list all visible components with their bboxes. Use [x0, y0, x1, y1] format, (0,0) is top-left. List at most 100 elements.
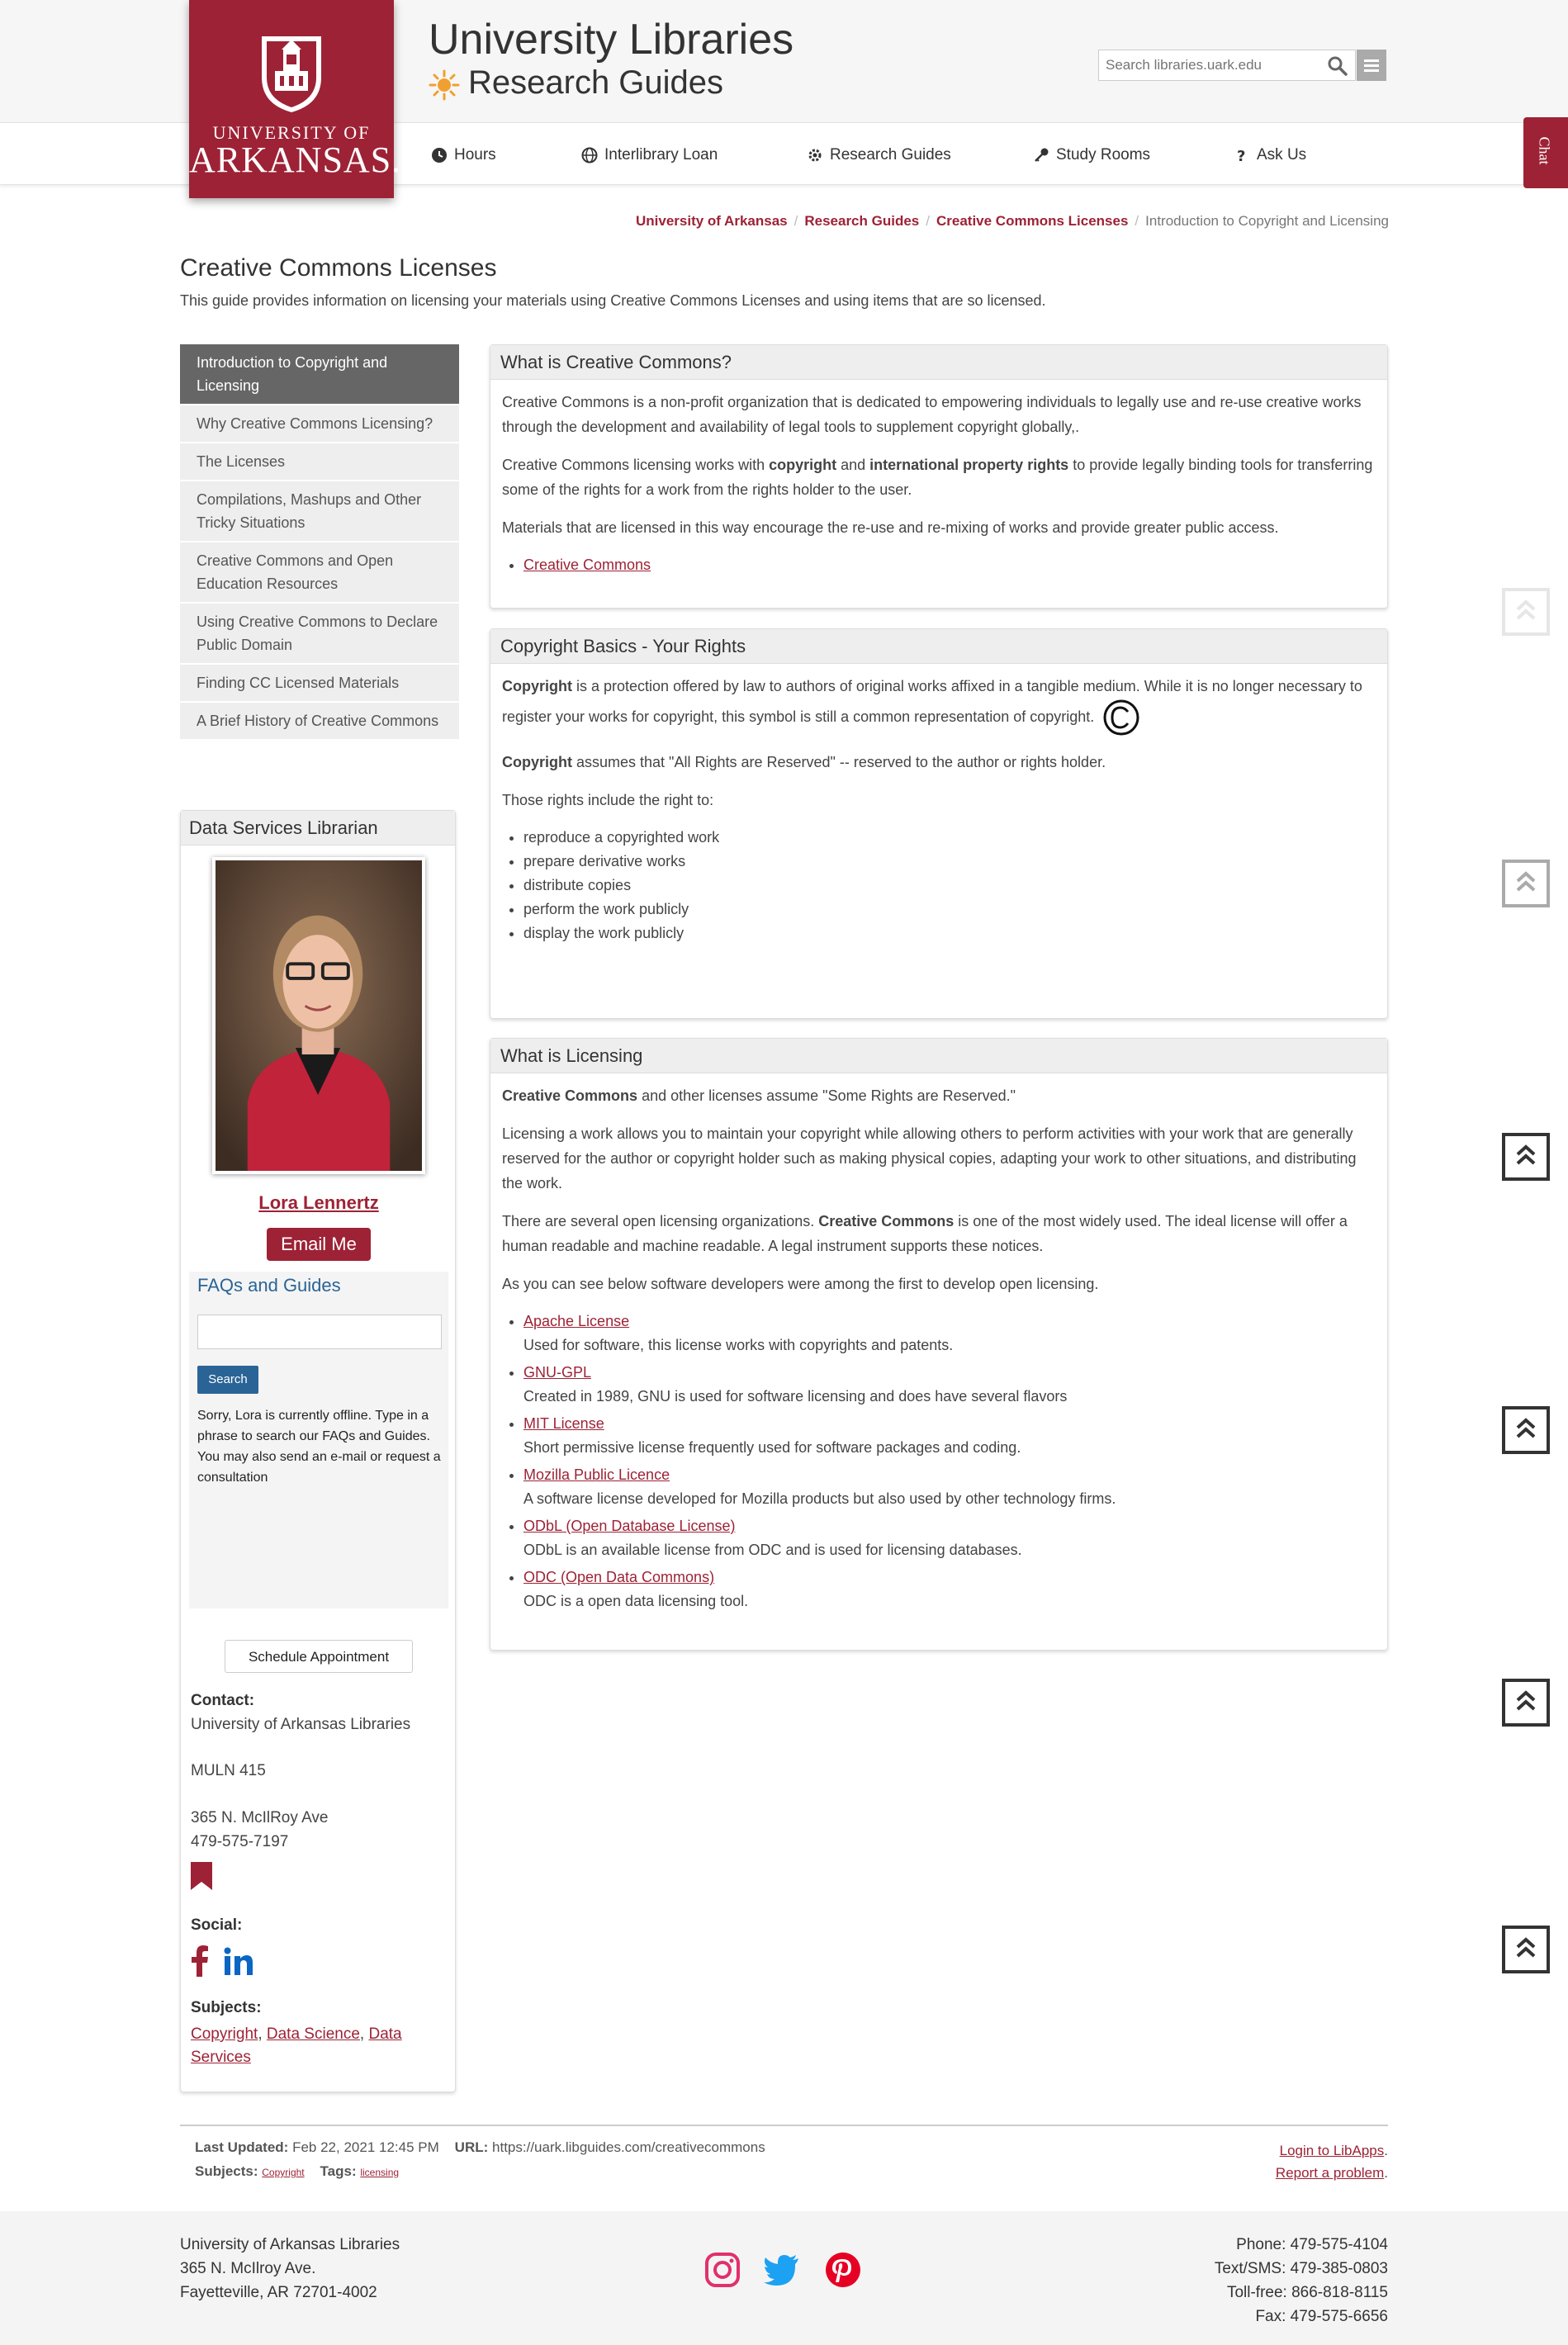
box3-paragraph-1: Creative Commons and other licenses assu… [502, 1087, 1016, 1104]
key-icon [1035, 148, 1049, 162]
license-desc: Created in 1989, GNU is used for softwar… [523, 1388, 1068, 1405]
box-what-is-licensing-title: What is Licensing [490, 1039, 1387, 1073]
nav-research-guides[interactable]: Research Guides [807, 145, 951, 165]
faq-search-button[interactable]: Search [197, 1366, 258, 1394]
breadcrumb-university[interactable]: University of Arkansas [636, 213, 788, 229]
librarian-photo [212, 857, 425, 1174]
subject-link-data-science[interactable]: Data Science [267, 2025, 360, 2043]
license-item: Apache License Used for software, this li… [523, 1310, 1376, 1357]
schedule-appointment-button[interactable]: Schedule Appointment [225, 1640, 413, 1673]
site-search [1098, 50, 1356, 81]
scroll-top-icon[interactable] [1502, 1133, 1550, 1181]
box3-paragraph-3: There are several open licensing organiz… [502, 1213, 1348, 1254]
footer-links: Login to LibApps. Report a problem. [1275, 2143, 1388, 2181]
nav-rooms-label: Study Rooms [1056, 146, 1151, 163]
nav-study-rooms[interactable]: Study Rooms [1033, 145, 1150, 165]
box3-paragraph-2: Licensing a work allows you to maintain … [502, 1125, 1357, 1191]
breadcrumb-current: Introduction to Copyright and Licensing [1145, 213, 1389, 229]
license-link-mozilla[interactable]: Mozilla Public Licence [523, 1466, 670, 1483]
license-item: MIT License Short permissive license freq… [523, 1412, 1376, 1460]
menu-icon[interactable] [1357, 50, 1386, 81]
license-item: ODC (Open Data Commons) ODC is a open dat… [523, 1566, 1376, 1613]
instagram-icon[interactable] [703, 2251, 741, 2289]
box-what-is-cc-title: What is Creative Commons? [490, 345, 1387, 380]
question-icon: ? [1237, 148, 1245, 163]
scroll-top-icon[interactable] [1502, 1406, 1550, 1454]
nav-ask-us[interactable]: ? Ask Us [1234, 145, 1306, 165]
old-main-seal-icon [262, 36, 321, 112]
list-item: distribute copies [523, 874, 1376, 898]
twitter-icon[interactable] [762, 2251, 800, 2289]
email-me-button[interactable]: Email Me [267, 1228, 371, 1261]
scroll-top-icon[interactable] [1502, 588, 1550, 636]
scroll-top-icon[interactable] [1502, 1679, 1550, 1727]
license-item: ODbL (Open Database License) ODbL is an a… [523, 1514, 1376, 1562]
contact-room: MULN 415 [191, 1762, 266, 1779]
contact-org: University of Arkansas Libraries [191, 1716, 411, 1733]
box1-paragraph-1: Creative Commons is a non-profit organiz… [502, 394, 1362, 435]
license-link-mit[interactable]: MIT License [523, 1415, 604, 1432]
box-copyright-basics-title: Copyright Basics - Your Rights [490, 629, 1387, 664]
license-list: Apache License Used for software, this li… [523, 1310, 1376, 1613]
breadcrumb-research-guides[interactable]: Research Guides [804, 213, 919, 229]
scroll-top-icon[interactable] [1502, 1926, 1550, 1973]
sidenav-item-history[interactable]: A Brief History of Creative Commons [180, 703, 459, 741]
sidenav-item-finding[interactable]: Finding CC Licensed Materials [180, 665, 459, 703]
license-link-apache[interactable]: Apache License [523, 1313, 629, 1329]
sidenav-item-licenses[interactable]: The Licenses [180, 443, 459, 481]
copyright-symbol-icon [1103, 699, 1139, 736]
faq-widget: FAQs and Guides Search Sorry, Lora is cu… [189, 1272, 448, 1608]
list-item: perform the work publicly [523, 898, 1376, 921]
subjects-label: Subjects: [191, 1999, 262, 2016]
nav-hours-label: Hours [454, 146, 496, 163]
librarian-name[interactable]: Lora Lennertz [181, 1192, 457, 1214]
sidenav-item-compilations[interactable]: Compilations, Mashups and Other Tricky S… [180, 481, 459, 542]
nav-guides-label: Research Guides [830, 146, 951, 163]
chat-tab[interactable]: Chat [1523, 117, 1568, 188]
list-item: display the work publicly [523, 921, 1376, 945]
guide-url[interactable]: https://uark.libguides.com/creativecommo… [492, 2139, 765, 2155]
svg-text:?: ? [1237, 148, 1245, 163]
nav-hours[interactable]: Hours [431, 145, 496, 165]
linkedin-icon[interactable] [224, 1947, 253, 1975]
box3-paragraph-4: As you can see below software developers… [502, 1276, 1099, 1292]
sidenav-item-oer[interactable]: Creative Commons and Open Education Reso… [180, 542, 459, 604]
sidenav-item-why-cc[interactable]: Why Creative Commons Licensing? [180, 405, 459, 443]
site-search-input[interactable] [1099, 50, 1322, 80]
pinterest-icon[interactable] [824, 2251, 862, 2289]
breadcrumb-guide[interactable]: Creative Commons Licenses [936, 213, 1128, 229]
box1-paragraph-3: Materials that are licensed in this way … [502, 519, 1279, 536]
site-subtitle[interactable]: Research Guides [468, 64, 723, 102]
faq-search-input[interactable] [197, 1315, 442, 1349]
sidenav-item-introduction[interactable]: Introduction to Copyright and Licensing [180, 344, 459, 405]
login-libapps-link[interactable]: Login to LibApps [1280, 2143, 1385, 2158]
search-icon[interactable] [1327, 55, 1348, 77]
footer-tag-link[interactable]: licensing [360, 2167, 399, 2178]
footer-divider [180, 2125, 1388, 2126]
footer-address: University of Arkansas Libraries 365 N. … [180, 2236, 400, 2301]
librarian-box: Data Services Librarian Lora Lennertz Em… [180, 810, 456, 2092]
facebook-icon[interactable] [191, 1945, 209, 1977]
guide-description: This guide provides information on licen… [180, 292, 1046, 309]
nav-interlibrary-loan[interactable]: Interlibrary Loan [581, 145, 718, 165]
footer-subject-link[interactable]: Copyright [262, 2167, 304, 2178]
report-problem-link[interactable]: Report a problem [1276, 2165, 1384, 2181]
university-logo[interactable]: UNIVERSITY OF ARKANSAS. [189, 0, 400, 198]
license-link-odc[interactable]: ODC (Open Data Commons) [523, 1569, 714, 1585]
faq-offline-note: Sorry, Lora is currently offline. Type i… [197, 1409, 441, 1485]
box-what-is-cc: What is Creative Commons? Creative Commo… [490, 344, 1388, 609]
scroll-top-icon[interactable] [1502, 860, 1550, 907]
box-what-is-licensing: What is Licensing Creative Commons and o… [490, 1038, 1388, 1651]
bookmark-icon[interactable] [191, 1862, 212, 1890]
subject-link-copyright[interactable]: Copyright [191, 2025, 258, 2043]
license-link-gnu-gpl[interactable]: GNU-GPL [523, 1364, 591, 1381]
license-link-odbl[interactable]: ODbL (Open Database License) [523, 1518, 735, 1534]
site-title[interactable]: University Libraries [429, 15, 793, 64]
creative-commons-link[interactable]: Creative Commons [523, 557, 651, 573]
license-desc: A software license developed for Mozilla… [523, 1490, 1116, 1507]
guide-side-nav: Introduction to Copyright and Licensing … [180, 344, 459, 741]
license-desc: Used for software, this license works wi… [523, 1337, 954, 1353]
nav-ask-label: Ask Us [1257, 146, 1307, 163]
sidenav-item-public-domain[interactable]: Using Creative Commons to Declare Public… [180, 604, 459, 665]
list-item: reproduce a copyrighted work [523, 826, 1376, 850]
